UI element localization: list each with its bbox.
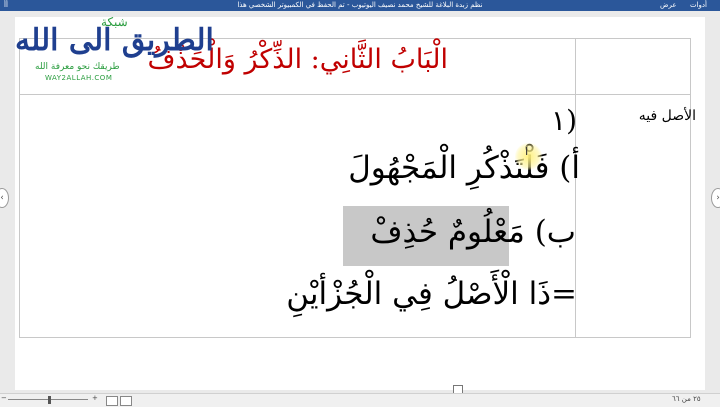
view-tab[interactable]: عرض	[660, 0, 677, 11]
zoom-out-icon[interactable]: −	[1, 394, 7, 402]
next-page-icon[interactable]: ›	[711, 188, 720, 208]
text-line-a: أ) فَلْتَذْكُرِ الْمَجْهُولَ	[348, 150, 580, 186]
page-count: ٢٥ من ٦٦	[672, 395, 701, 403]
side-label: الأصل فيه	[638, 108, 696, 124]
web-view-icon[interactable]	[106, 396, 118, 406]
tools-tab[interactable]: أدوات	[690, 0, 707, 11]
site-logo: شبكة الطريق الى الله طريقك نحو معرفة الل…	[5, 15, 214, 90]
logo-main-word: الطريق الى الله	[15, 23, 214, 58]
text-line-c: =ذَا الْأَصْلُ فِي الْجُزْأيْنِ	[286, 276, 577, 312]
print-view-icon[interactable]	[120, 396, 132, 406]
status-bar: − + ٢٥ من ٦٦	[0, 393, 720, 407]
previous-page-icon[interactable]: ‹	[0, 188, 9, 208]
zoom-in-icon[interactable]: +	[92, 394, 98, 402]
table-row-divider	[20, 94, 690, 95]
text-line-b: ب) مَعْلُومٌ حُذِفْ	[370, 214, 576, 250]
title-bar: أأ نظم زبدة البلاغة للشيخ محمد نصيف اليو…	[0, 0, 720, 11]
text-cursor-icon: I	[525, 145, 529, 158]
zoom-slider-thumb[interactable]	[48, 396, 51, 404]
cursor-highlight	[515, 143, 542, 170]
document-title: نظم زبدة البلاغة للشيخ محمد نصيف اليوتيو…	[237, 1, 483, 9]
item-number: ١)	[551, 104, 577, 137]
logo-subtitle: طريقك نحو معرفة الله	[35, 62, 120, 72]
logo-url: WAY2ALLAH.COM	[45, 74, 113, 82]
